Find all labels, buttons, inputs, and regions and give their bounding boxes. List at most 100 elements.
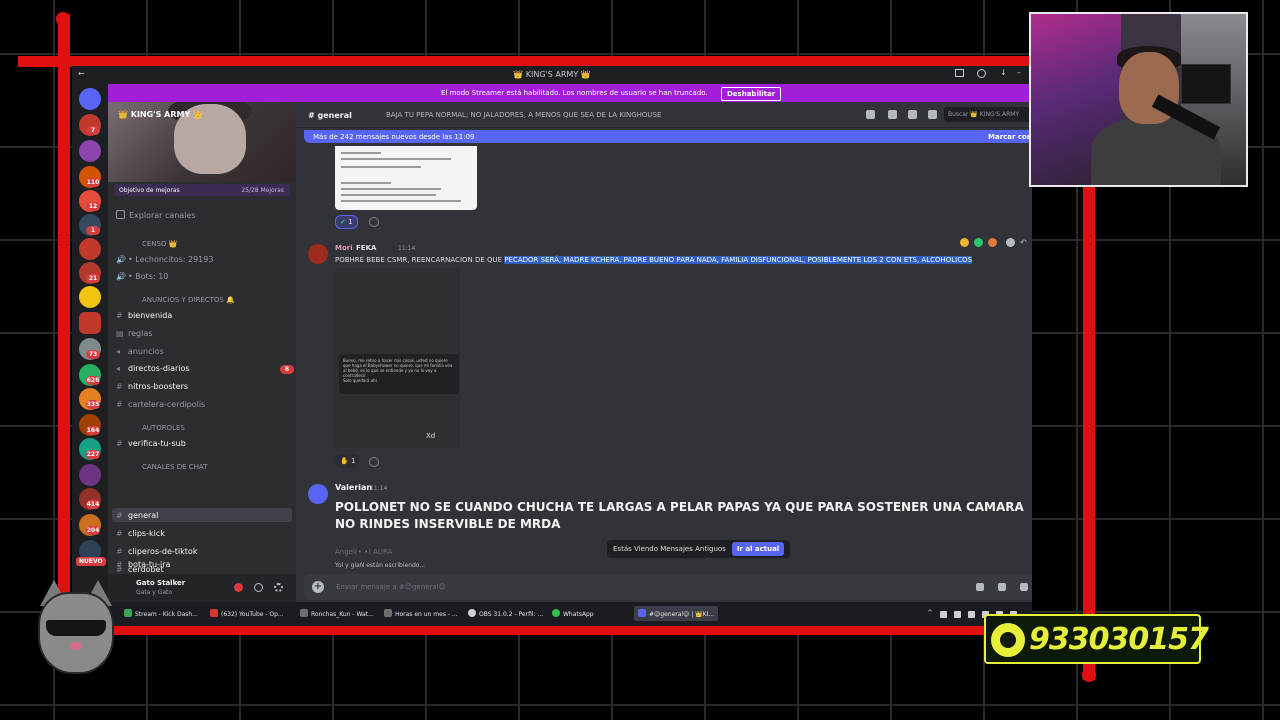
channel-verifica-tu-sub[interactable]: # verifica-tu-sub (116, 439, 186, 448)
valerian-avatar[interactable] (308, 484, 328, 504)
discord-home-icon[interactable] (79, 88, 101, 110)
server-icon[interactable] (79, 464, 101, 486)
sticker-icon[interactable] (1020, 583, 1028, 591)
message-composer[interactable]: + Enviar mensaje a #😉general😉 (304, 574, 1032, 600)
message-actions-toolbar: ↶ ↷ ⋯ (956, 238, 1032, 250)
reaction-emoji[interactable]: ✋ 1 (335, 454, 361, 468)
valerian-timestamp: 11:14 (370, 485, 388, 492)
tray-app-icon[interactable] (940, 611, 947, 618)
settings-gear-icon[interactable] (274, 583, 283, 592)
tray-chevron-icon[interactable]: ^ (927, 609, 933, 617)
boost-goal[interactable]: Objetivo de mejoras 25/28 Mejoras (114, 184, 290, 196)
taskbar-item-active[interactable]: #😉general😉 | 👑KI... (634, 606, 719, 621)
inbox-icon[interactable] (955, 69, 964, 77)
disable-streamer-button[interactable]: Deshabilitar (721, 87, 782, 101)
pin-icon[interactable] (908, 110, 917, 119)
add-reaction-icon[interactable] (369, 457, 379, 467)
headphones-icon[interactable] (254, 583, 263, 592)
unread-badge: 8 (280, 365, 294, 374)
taskbar-item[interactable]: WhatsApp (552, 609, 594, 618)
server-icon[interactable] (79, 286, 101, 308)
channel-bota-tu-ira[interactable]: # bota-tu-ira (116, 560, 170, 569)
add-reaction-icon[interactable] (369, 217, 379, 227)
image-text-line (341, 158, 451, 160)
taskbar-item[interactable]: Ronchas_Kun - Wat... (300, 609, 374, 618)
channel-lechoncitos[interactable]: 🔊 • Lechoncitos: 29193 (116, 255, 213, 264)
jump-to-present-button[interactable]: Ir al actual (731, 542, 785, 556)
mori-avatar[interactable] (308, 244, 328, 264)
explore-channels[interactable]: Explorar canales (116, 210, 196, 220)
message-image-attachment[interactable] (335, 146, 477, 210)
boost-goal-label: Objetivo de mejoras (119, 187, 180, 194)
notifications-icon[interactable] (888, 110, 897, 119)
reaction-emoji-icon[interactable] (960, 238, 969, 247)
channel-nitros-boosters[interactable]: # nitros-boosters (116, 382, 188, 391)
user-panel: Gato Stalker Gata y Gato (108, 574, 296, 602)
mute-mic-icon[interactable] (234, 583, 243, 592)
mention-badge: 7 (86, 126, 100, 135)
valerian-username[interactable]: Valerian (335, 483, 372, 492)
mori-username[interactable]: Mori (335, 244, 353, 252)
mark-as-read-button[interactable]: Marcar como leído (988, 133, 1032, 141)
download-icon[interactable]: ↓ (1000, 68, 1007, 77)
boost-goal-value: 25/28 Mejoras (241, 187, 284, 194)
search-input[interactable]: Buscar 👑 KING'S ARMY (944, 107, 1032, 122)
mori-message-plain: POBHRE BEBE CSMR, REENCARNACION DE QUE (335, 256, 505, 264)
microphone-icon[interactable] (968, 611, 975, 618)
discord-app-icon (638, 609, 646, 617)
new-messages-bar[interactable]: Más de 242 mensajes nuevos desde las 11:… (304, 130, 1032, 143)
server-icon[interactable] (79, 238, 101, 260)
rules-icon: ▤ (116, 329, 124, 338)
mention-badge: 164 (86, 426, 100, 435)
cat-nose (70, 642, 82, 650)
taskbar-item-label: Stream - Kick Dash... (135, 611, 198, 618)
channel-cartelera[interactable]: # cartelera-cerdipolis (116, 400, 205, 409)
image-text-line (341, 152, 381, 154)
username[interactable]: Gato Stalker (136, 579, 185, 587)
threads-icon[interactable] (866, 110, 875, 119)
taskbar-item[interactable]: Stream - Kick Dash... (124, 609, 198, 618)
channel-reglas[interactable]: ▤ reglas (116, 329, 152, 338)
whatsapp-icon (991, 623, 1025, 657)
reply-icon[interactable]: ↶ (1020, 238, 1029, 247)
reaction-check[interactable]: ✔ 1 (335, 215, 358, 229)
mori-timestamp: 11:14 (398, 245, 416, 252)
channel-label: bienvenida (128, 311, 173, 320)
reaction-emoji-icon[interactable] (988, 238, 997, 247)
add-reaction-icon[interactable] (1006, 238, 1015, 247)
channel-directos-diarios[interactable]: ◂ directos-diarios (116, 364, 190, 373)
minimize-icon[interactable]: – (1017, 68, 1021, 77)
channel-bots[interactable]: 🔊 • Bots: 10 (116, 272, 168, 281)
taskbar-item-label: Ronchas_Kun - Wat... (311, 611, 374, 618)
composer-placeholder[interactable]: Enviar mensaje a #😉general😉 (336, 583, 446, 591)
valerian-message: POLLONET NO SE CUANDO CHUCHA TE LARGAS A… (335, 500, 1024, 531)
channel-bienvenida[interactable]: # bienvenida (116, 311, 172, 320)
mention-badge: 1 (86, 226, 100, 235)
taskbar-item-label: OBS 31.0.2 - Perfil: ... (479, 611, 544, 618)
gif-icon[interactable] (998, 583, 1006, 591)
server-icon[interactable] (79, 312, 101, 334)
attach-plus-icon[interactable]: + (312, 581, 324, 593)
channel-clips-kick[interactable]: # clips-kick (116, 529, 165, 538)
taskbar-item[interactable]: Horas en un mes - ... (384, 609, 458, 618)
frame-dot (56, 12, 70, 26)
category-label: CANALES DE CHAT (142, 463, 208, 471)
taskbar-item[interactable]: OBS 31.0.2 - Perfil: ... (468, 609, 543, 618)
hash-icon: # (116, 547, 123, 556)
gift-icon[interactable] (976, 583, 984, 591)
channel-cliperos-de-tiktok[interactable]: # cliperos-de-tiktok (116, 547, 197, 556)
help-icon[interactable] (977, 69, 986, 78)
back-arrow-icon[interactable]: ← (78, 69, 85, 78)
check-emoji-icon[interactable] (974, 238, 983, 247)
taskbar-item[interactable]: (632) YouTube - Op... (210, 609, 284, 618)
members-icon[interactable] (928, 110, 937, 119)
volume-icon[interactable] (954, 611, 961, 618)
channel-general[interactable]: # general (116, 511, 158, 520)
server-icon[interactable] (79, 140, 101, 162)
channel-title-text: general (317, 111, 352, 120)
cat-sunglasses (46, 620, 106, 636)
server-name[interactable]: 👑 KING'S ARMY 👑 (118, 110, 203, 119)
channel-anuncios[interactable]: ◂ anuncios (116, 347, 164, 356)
channel-label: reglas (128, 329, 153, 338)
video-attachment[interactable]: Bueno, me retiro a hacer mis cosas, uste… (335, 268, 460, 448)
